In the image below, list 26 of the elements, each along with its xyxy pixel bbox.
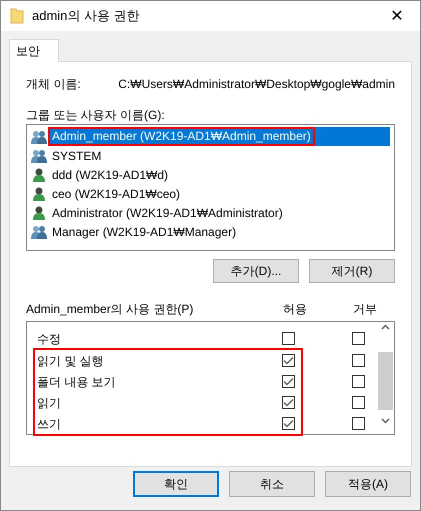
- user-list-item[interactable]: Admin_member (W2K19-AD1₩Admin_member): [48, 127, 390, 146]
- button[interactable]: 취소: [229, 471, 315, 497]
- window-title: admin의 사용 권한: [32, 7, 140, 26]
- permission-name: 쓰기: [36, 416, 62, 432]
- user-list-item[interactable]: ceo (W2K19-AD1₩ceo): [48, 184, 184, 203]
- permission-name: 수정: [36, 330, 62, 348]
- permission-name: 읽기 및 실행: [36, 352, 105, 370]
- button[interactable]: 제거(R): [309, 259, 395, 283]
- user-list-item[interactable]: ddd (W2K19-AD1₩d): [48, 165, 172, 184]
- highlight-box: Admin_member (W2K19-AD1₩Admin_member): [48, 127, 315, 146]
- tab[interactable]: 보안: [9, 39, 59, 62]
- button[interactable]: 추가(D)...: [213, 259, 299, 283]
- user-list-item[interactable]: SYSTEM: [48, 146, 106, 165]
- permission-name: 폴더 내용 보기: [36, 374, 117, 390]
- button[interactable]: 적용(A): [325, 471, 411, 497]
- permissions-label: Admin_member의 사용 권한(P): [26, 301, 194, 318]
- button[interactable]: 확인: [133, 471, 219, 497]
- object-name-value: C:₩Users₩Administrator₩Desktop₩gogle₩admin: [118, 76, 395, 93]
- column-header: 거부: [352, 301, 378, 318]
- user-list-item[interactable]: Administrator (W2K19-AD1₩Administrator): [48, 203, 287, 222]
- user-list-item[interactable]: Manager (W2K19-AD1₩Manager): [48, 222, 240, 241]
- column-header: 허용: [282, 301, 308, 318]
- object-name-label: 개체 이름:: [26, 76, 82, 93]
- permission-name: 읽기: [36, 394, 62, 412]
- users-label: 그룹 또는 사용자 이름(G):: [26, 107, 166, 124]
- close-button[interactable]: ✕: [382, 2, 412, 30]
